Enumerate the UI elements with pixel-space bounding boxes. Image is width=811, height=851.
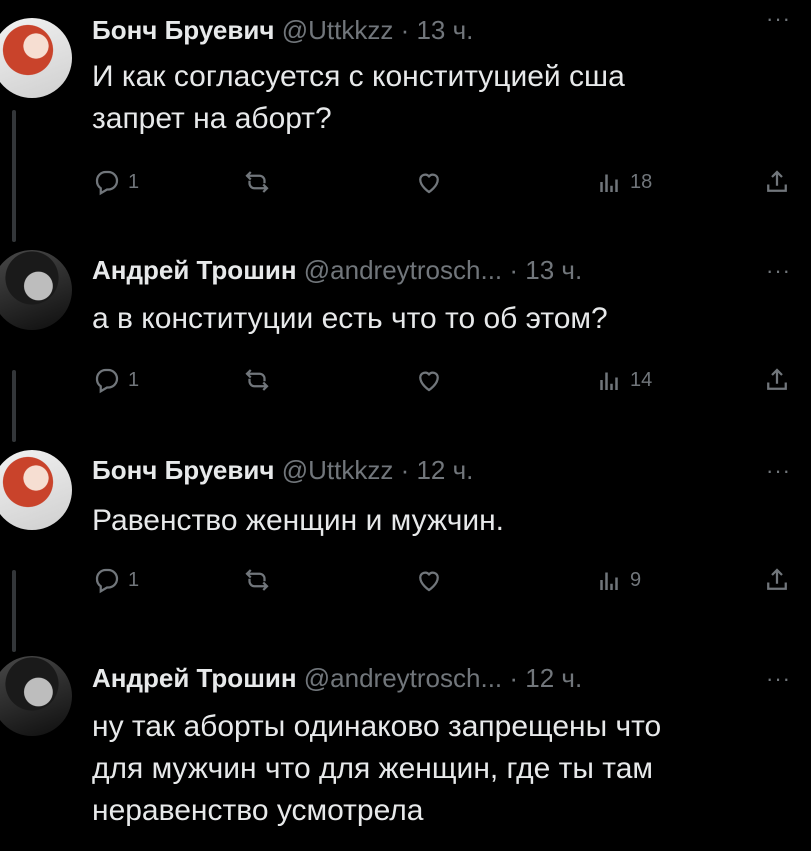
author-name[interactable]: Андрей Трошин <box>92 663 297 693</box>
author-handle[interactable]: @Uttkkzz <box>282 15 394 45</box>
views-count: 18 <box>630 170 653 193</box>
author-name[interactable]: Андрей Трошин <box>92 255 297 285</box>
views-button[interactable]: 9 <box>594 562 641 598</box>
reply-count: 1 <box>128 170 140 193</box>
views-button[interactable]: 18 <box>594 164 652 200</box>
thread-line <box>12 110 16 242</box>
tweet[interactable]: Бонч Бруевич @Uttkkzz · 12 ч. ··· Равенс… <box>0 430 811 652</box>
share-button[interactable] <box>762 164 792 200</box>
share-icon <box>767 170 787 192</box>
tweet-text: Равенство женщин и мужчин. <box>92 504 504 537</box>
heart-icon <box>419 173 439 194</box>
timestamp[interactable]: · 13 ч. <box>509 255 582 285</box>
tweet[interactable]: Бонч Бруевич @Uttkkzz · 13 ч. ··· И как … <box>0 0 811 242</box>
tweet-text: И как согласуется с конституцией сша зап… <box>92 60 625 135</box>
reply-icon <box>95 170 119 196</box>
more-icon[interactable]: ··· <box>766 666 791 692</box>
views-icon <box>600 372 618 390</box>
share-button[interactable] <box>762 562 792 598</box>
more-icon[interactable]: ··· <box>766 258 791 284</box>
tweet[interactable]: Андрей Трошин @andreytrosch... · 12 ч. ·… <box>0 640 811 851</box>
reply-icon <box>95 368 119 394</box>
more-icon[interactable]: ··· <box>766 6 791 32</box>
retweet-button[interactable] <box>242 562 272 598</box>
reply-icon <box>95 568 119 594</box>
reply-count: 1 <box>128 568 140 591</box>
more-icon[interactable]: ··· <box>766 458 791 484</box>
avatar[interactable] <box>0 450 72 530</box>
views-icon <box>600 174 618 192</box>
avatar[interactable] <box>0 18 72 98</box>
author-handle[interactable]: @andreytrosch... <box>304 255 502 285</box>
like-button[interactable] <box>414 562 444 598</box>
timestamp[interactable]: · 12 ч. <box>509 663 582 693</box>
tweet-actions: 1 18 <box>92 164 802 200</box>
share-button[interactable] <box>762 362 792 398</box>
tweet-text: ну так аборты одинаково запрещены что дл… <box>92 710 662 827</box>
views-button[interactable]: 14 <box>594 362 652 398</box>
retweet-icon <box>245 369 269 391</box>
share-icon <box>767 368 787 390</box>
share-icon <box>767 568 787 590</box>
tweet-actions: 1 14 <box>92 362 802 398</box>
author-handle[interactable]: @Uttkkzz <box>282 455 394 485</box>
timestamp[interactable]: · 12 ч. <box>401 455 474 485</box>
author-name[interactable]: Бонч Бруевич <box>92 15 274 45</box>
heart-icon <box>419 571 439 592</box>
retweet-button[interactable] <box>242 362 272 398</box>
heart-icon <box>419 371 439 392</box>
reply-count: 1 <box>128 368 140 391</box>
avatar[interactable] <box>0 250 72 330</box>
tweet[interactable]: Андрей Трошин @andreytrosch... · 13 ч. ·… <box>0 230 811 442</box>
views-count: 9 <box>630 568 642 591</box>
like-button[interactable] <box>414 362 444 398</box>
author-handle[interactable]: @andreytrosch... <box>304 663 502 693</box>
retweet-icon <box>245 171 269 193</box>
tweet-text: а в конституции есть что то об этом? <box>92 302 608 335</box>
author-name[interactable]: Бонч Бруевич <box>92 455 274 485</box>
reply-button[interactable]: 1 <box>92 562 139 598</box>
reply-button[interactable]: 1 <box>92 362 139 398</box>
timestamp[interactable]: · 13 ч. <box>401 15 474 45</box>
views-count: 14 <box>630 368 653 391</box>
retweet-button[interactable] <box>242 164 272 200</box>
like-button[interactable] <box>414 164 444 200</box>
reply-button[interactable]: 1 <box>92 164 139 200</box>
views-icon <box>600 572 618 590</box>
tweet-actions: 1 9 <box>92 562 802 598</box>
avatar[interactable] <box>0 656 72 736</box>
retweet-icon <box>245 569 269 591</box>
